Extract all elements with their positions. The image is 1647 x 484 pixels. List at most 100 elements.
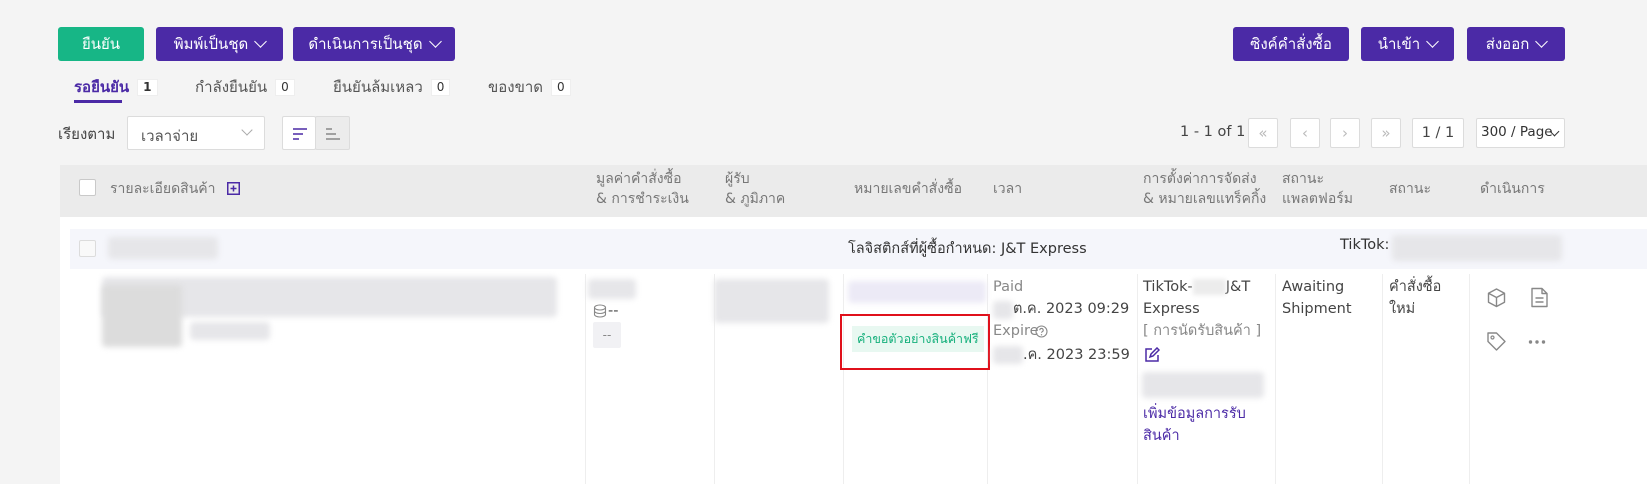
first-page-button[interactable]: « [1248, 118, 1278, 148]
batch-print-button[interactable]: พิมพ์เป็นชุด [156, 27, 283, 61]
col-order-number: หมายเลขคำสั่งซื้อ [854, 181, 962, 197]
col-label: & หมายเลขแทร็คกิ้ง [1143, 191, 1267, 207]
platform-status: Awaiting Shipment [1282, 276, 1352, 320]
paid-time: ต.ค. 2023 09:29 [1013, 301, 1130, 317]
chevron-down-icon [241, 124, 253, 136]
free-sample-tag: คำขอตัวอย่างสินค้าฟรี [852, 326, 984, 352]
divider [987, 274, 988, 484]
sync-orders-button[interactable]: ซิงค์คำสั่งซื้อ [1233, 27, 1349, 61]
export-label: ส่งออก [1485, 35, 1530, 53]
tag-icon[interactable] [1486, 331, 1507, 352]
order-status: คำสั่งซื้อใหม่ [1389, 276, 1441, 320]
tab-label: ของขาด [488, 78, 544, 96]
divider [1382, 274, 1383, 484]
tab-count: 0 [551, 78, 571, 96]
shipping-provider-2: Express [1143, 301, 1200, 317]
sort-desc-button[interactable] [282, 116, 316, 150]
double-chevron-right-icon: » [1381, 124, 1391, 142]
shipping-text: J&T [1225, 279, 1251, 295]
per-page-value: 300 / Page [1481, 124, 1553, 140]
blurred-store [1392, 235, 1562, 261]
payment-badge: -- [593, 322, 621, 348]
import-button[interactable]: นำเข้า [1361, 27, 1454, 61]
col-order-value: มูลค่าคำสั่งซื้อ & การชำระเงิน [596, 169, 689, 209]
tab-out-of-stock[interactable]: ของขาด 0 [488, 70, 571, 104]
tab-confirming[interactable]: กำลังยืนยัน 0 [195, 70, 295, 104]
payment-method: -- [608, 303, 619, 319]
per-page-select[interactable]: 300 / Page [1476, 118, 1565, 148]
export-button[interactable]: ส่งออก [1467, 27, 1565, 61]
blurred-order-value [588, 279, 636, 299]
expand-plus-icon[interactable] [227, 182, 240, 195]
col-label: มูลค่าคำสั่งซื้อ [596, 171, 682, 187]
more-icon[interactable] [1528, 339, 1546, 345]
last-page-button[interactable]: » [1371, 118, 1401, 148]
col-label: สถานะ [1282, 171, 1324, 187]
order-group-header: โลจิสติกส์ที่ผู้ซื้อกำหนด: J&T Express T… [70, 229, 1647, 269]
prev-page-button[interactable]: ‹ [1290, 118, 1320, 148]
tab-label: ยืนยันล้มเหลว [333, 78, 423, 96]
status-text: คำสั่งซื้อ [1389, 279, 1442, 295]
confirm-button[interactable]: ยืนยัน [58, 27, 144, 61]
sort-desc-icon [293, 128, 307, 140]
blurred-order-number [848, 281, 986, 303]
package-icon[interactable] [1486, 287, 1507, 308]
status-text: Shipment [1282, 301, 1352, 317]
col-platform-status: สถานะแพลตฟอร์ม [1282, 169, 1353, 209]
tab-count: 0 [275, 78, 295, 96]
blurred-shipping [1192, 279, 1226, 295]
double-chevron-left-icon: « [1258, 124, 1268, 142]
order-card: โลจิสติกส์ที่ผู้ซื้อกำหนด: J&T Express T… [60, 217, 1647, 484]
chevron-down-icon [1426, 35, 1440, 48]
sort-asc-button[interactable] [315, 116, 350, 150]
next-page-button[interactable]: › [1330, 118, 1360, 148]
pagination-range: 1 - 1 of 1 [1180, 124, 1246, 140]
sort-asc-icon [326, 128, 340, 140]
sort-select-value: เวลาจ่าย [141, 127, 199, 145]
order-checkbox[interactable] [79, 240, 96, 257]
tab-count: 0 [430, 78, 451, 96]
batch-print-label: พิมพ์เป็นชุด [173, 35, 249, 53]
blurred-product-sku [190, 322, 270, 340]
tab-label: กำลังยืนยัน [195, 78, 268, 96]
confirm-label: ยืนยัน [81, 35, 121, 53]
import-label: นำเข้า [1377, 35, 1421, 53]
table-header: รายละเอียดสินค้า มูลค่าคำสั่งซื้อ & การชำ… [60, 165, 1647, 217]
batch-process-button[interactable]: ดำเนินการเป็นชุด [293, 27, 455, 61]
divider [1469, 274, 1470, 484]
blurred-recipient [714, 279, 829, 323]
shipping-text: TikTok- [1143, 279, 1193, 295]
paid-label: Paid [993, 279, 1024, 295]
chevron-right-icon: › [1342, 124, 1348, 142]
chevron-down-icon [428, 35, 442, 48]
chevron-down-icon [1535, 35, 1549, 48]
link-text: สินค้า [1143, 428, 1180, 444]
col-actions: ดำเนินการ [1480, 181, 1545, 197]
divider [843, 274, 844, 484]
link-text: เพิ่มข้อมูลการรับ [1143, 406, 1246, 422]
tab-label: รอยืนยัน [74, 78, 130, 96]
blurred-expire-day [993, 346, 1023, 364]
tab-confirm-failed[interactable]: ยืนยันล้มเหลว 0 [333, 70, 451, 104]
select-all-checkbox[interactable] [79, 179, 96, 196]
edit-icon[interactable] [1144, 347, 1160, 363]
blurred-order-id [108, 237, 218, 259]
status-text: Awaiting [1282, 279, 1345, 295]
blurred-product-image [102, 285, 182, 347]
col-label: แพลตฟอร์ม [1282, 191, 1353, 207]
col-label: ผู้รับ [725, 171, 750, 187]
col-time: เวลา [993, 181, 1023, 197]
question-circle-icon[interactable] [1035, 325, 1048, 338]
divider [1137, 274, 1138, 484]
chevron-down-icon [254, 35, 268, 48]
tab-awaiting-confirm[interactable]: รอยืนยัน 1 [56, 70, 166, 104]
add-pickup-link[interactable]: เพิ่มข้อมูลการรับสินค้า [1143, 403, 1246, 447]
col-label: & การชำระเงิน [596, 191, 689, 207]
sort-select[interactable]: เวลาจ่าย [127, 116, 265, 150]
page-input[interactable]: 1 / 1 [1412, 118, 1464, 148]
blurred-tracking [1142, 372, 1264, 398]
sort-label: เรียงตาม [58, 125, 116, 143]
document-icon[interactable] [1530, 287, 1549, 308]
coins-icon [593, 304, 607, 318]
status-text: ใหม่ [1389, 301, 1416, 317]
